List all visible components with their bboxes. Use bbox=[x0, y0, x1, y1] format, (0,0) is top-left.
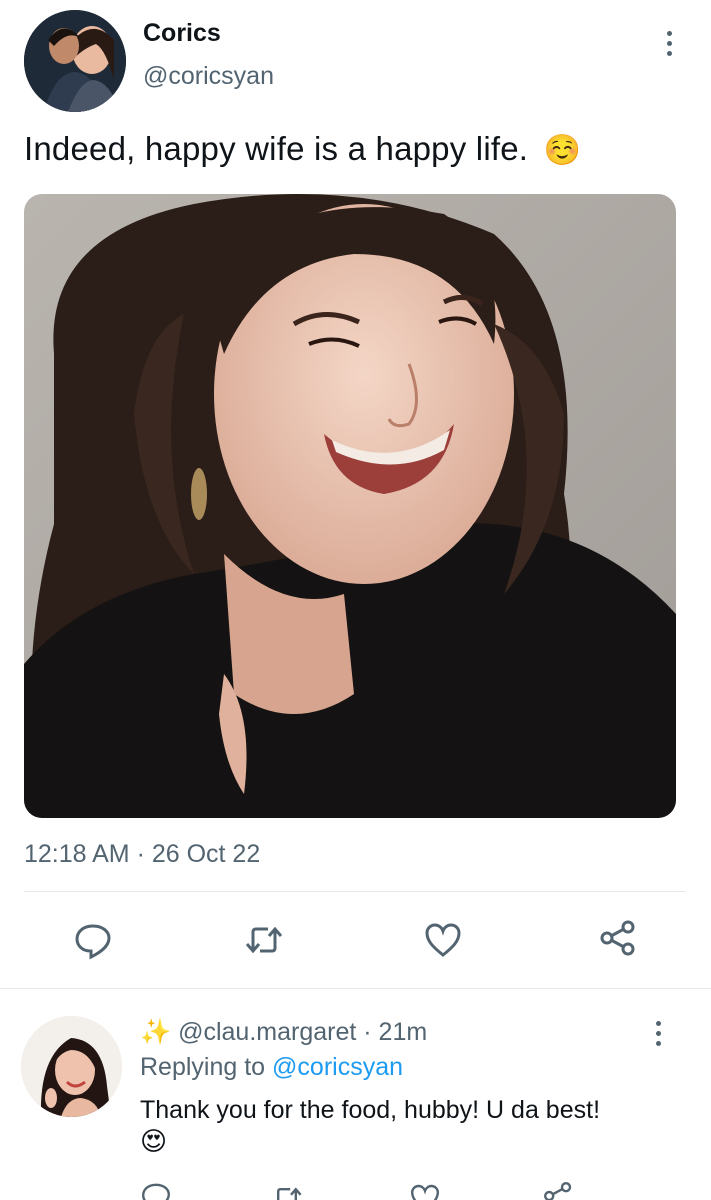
avatar-photo bbox=[24, 10, 126, 112]
retweet-icon[interactable] bbox=[244, 920, 284, 960]
reply-icon[interactable] bbox=[73, 920, 113, 960]
tweet-timestamp[interactable]: 12:18 AM · 26 Oct 22 bbox=[24, 840, 260, 869]
share-icon[interactable] bbox=[598, 918, 638, 958]
reply-avatar-photo bbox=[21, 1016, 122, 1117]
author-handle[interactable]: @coricsyan bbox=[143, 62, 274, 91]
reply-text: Thank you for the food, hubby! U da best… bbox=[140, 1096, 601, 1124]
reply-author-handle[interactable]: @clau.margaret bbox=[178, 1018, 356, 1046]
reply-share-icon[interactable] bbox=[542, 1180, 574, 1200]
tweet-photo[interactable] bbox=[24, 194, 676, 818]
like-icon[interactable] bbox=[423, 920, 463, 960]
reply-more-options-icon[interactable] bbox=[653, 1021, 663, 1046]
more-options-icon[interactable] bbox=[664, 31, 674, 56]
tweet-text-body: Indeed, happy wife is a happy life. bbox=[24, 130, 529, 167]
replying-to-label: Replying to bbox=[140, 1053, 266, 1081]
woman-smiling-photo bbox=[24, 194, 676, 818]
reply-time: · 21m bbox=[363, 1018, 428, 1046]
heart-eyes-emoji: 😍 bbox=[140, 1126, 168, 1156]
divider-bottom bbox=[0, 988, 711, 989]
replying-to: Replying to @coricsyan bbox=[140, 1053, 403, 1082]
author-name[interactable]: Corics bbox=[143, 19, 221, 48]
smiling-face-emoji: ☺️ bbox=[543, 134, 582, 167]
author-avatar[interactable] bbox=[24, 10, 126, 112]
reply-like-icon[interactable] bbox=[409, 1182, 441, 1200]
divider-top bbox=[24, 891, 686, 892]
replying-to-handle-link[interactable]: @coricsyan bbox=[272, 1053, 403, 1081]
reply-retweet-icon[interactable] bbox=[271, 1182, 303, 1200]
reply-header: ✨ @clau.margaret · 21m bbox=[140, 1018, 427, 1047]
reply-reply-icon[interactable] bbox=[140, 1180, 172, 1200]
tweet-text: Indeed, happy wife is a happy life. ☺️ bbox=[24, 130, 581, 168]
sparkles-emoji: ✨ bbox=[140, 1018, 172, 1046]
reply-author-avatar[interactable] bbox=[21, 1016, 122, 1117]
